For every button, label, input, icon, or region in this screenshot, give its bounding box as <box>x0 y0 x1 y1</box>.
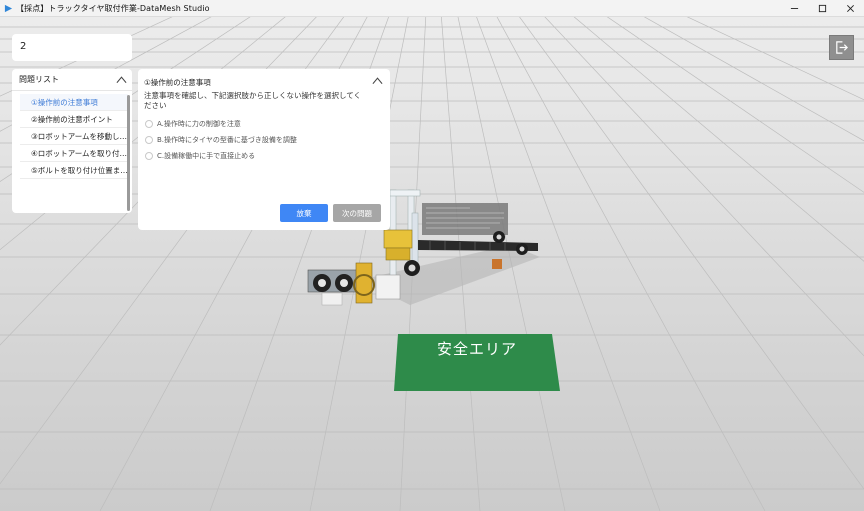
question-list-item-5[interactable]: ⑤ボルトを取り付け位置ま… <box>20 162 128 179</box>
radio-icon[interactable] <box>145 120 153 128</box>
question-list-item-2[interactable]: ②操作前の注意ポイント <box>20 111 128 128</box>
question-list-item-3[interactable]: ③ロボットアームを移動し… <box>20 128 128 145</box>
option-b-label: B.操作時にタイヤの型番に基づき設備を調整 <box>157 136 297 144</box>
option-c-label: C.設備稼働中に手で直接止める <box>157 152 256 160</box>
question-list: ①操作前の注意事項 ②操作前の注意ポイント ③ロボットアームを移動し… ④ロボッ… <box>20 94 128 179</box>
question-list-scrollbar[interactable] <box>127 95 130 211</box>
question-list-item-4[interactable]: ④ロボットアームを取り付… <box>20 145 128 162</box>
question-title: ①操作前の注意事項 <box>144 78 211 87</box>
radio-icon[interactable] <box>145 152 153 160</box>
question-list-item-1[interactable]: ①操作前の注意事項 <box>20 94 128 111</box>
give-up-button[interactable]: 放棄 <box>280 204 328 222</box>
window-controls <box>780 0 864 17</box>
option-a-label: A.操作時に力の制御を注意 <box>157 120 241 128</box>
minimize-icon <box>790 8 798 9</box>
question-list-panel: 問題リスト ①操作前の注意事項 ②操作前の注意ポイント ③ロボットアームを移動し… <box>12 69 132 213</box>
chevron-up-icon[interactable] <box>116 75 127 84</box>
chevron-up-icon[interactable] <box>372 76 383 85</box>
maximize-icon <box>818 4 826 13</box>
question-description: 注意事項を確認し、下記選択肢から正しくない操作を選択してください <box>144 91 362 110</box>
option-c[interactable]: C.設備稼働中に手で直接止める <box>145 151 255 161</box>
option-a[interactable]: A.操作時に力の制御を注意 <box>145 119 241 129</box>
window-title: 【採点】トラックタイヤ取付作業-DataMesh Studio <box>16 3 210 13</box>
safety-area-label: 安全エリア <box>436 340 517 358</box>
question-number-field[interactable]: 2 <box>12 34 132 61</box>
next-question-button[interactable]: 次の問題 <box>333 204 381 222</box>
question-list-header: 問題リスト <box>12 69 132 91</box>
close-button[interactable] <box>836 0 864 17</box>
minimize-button[interactable] <box>780 0 808 17</box>
exit-icon <box>836 41 848 54</box>
maximize-button[interactable] <box>808 0 836 17</box>
close-icon <box>846 5 854 12</box>
option-b[interactable]: B.操作時にタイヤの型番に基づき設備を調整 <box>145 135 297 145</box>
app-logo-icon <box>4 4 13 12</box>
question-list-title: 問題リスト <box>19 75 59 84</box>
question-panel: ①操作前の注意事項 注意事項を確認し、下記選択肢から正しくない操作を選択してくだ… <box>138 69 390 230</box>
exit-button[interactable] <box>829 35 854 60</box>
radio-icon[interactable] <box>145 136 153 144</box>
window-title-bar: 【採点】トラックタイヤ取付作業-DataMesh Studio <box>0 0 864 17</box>
